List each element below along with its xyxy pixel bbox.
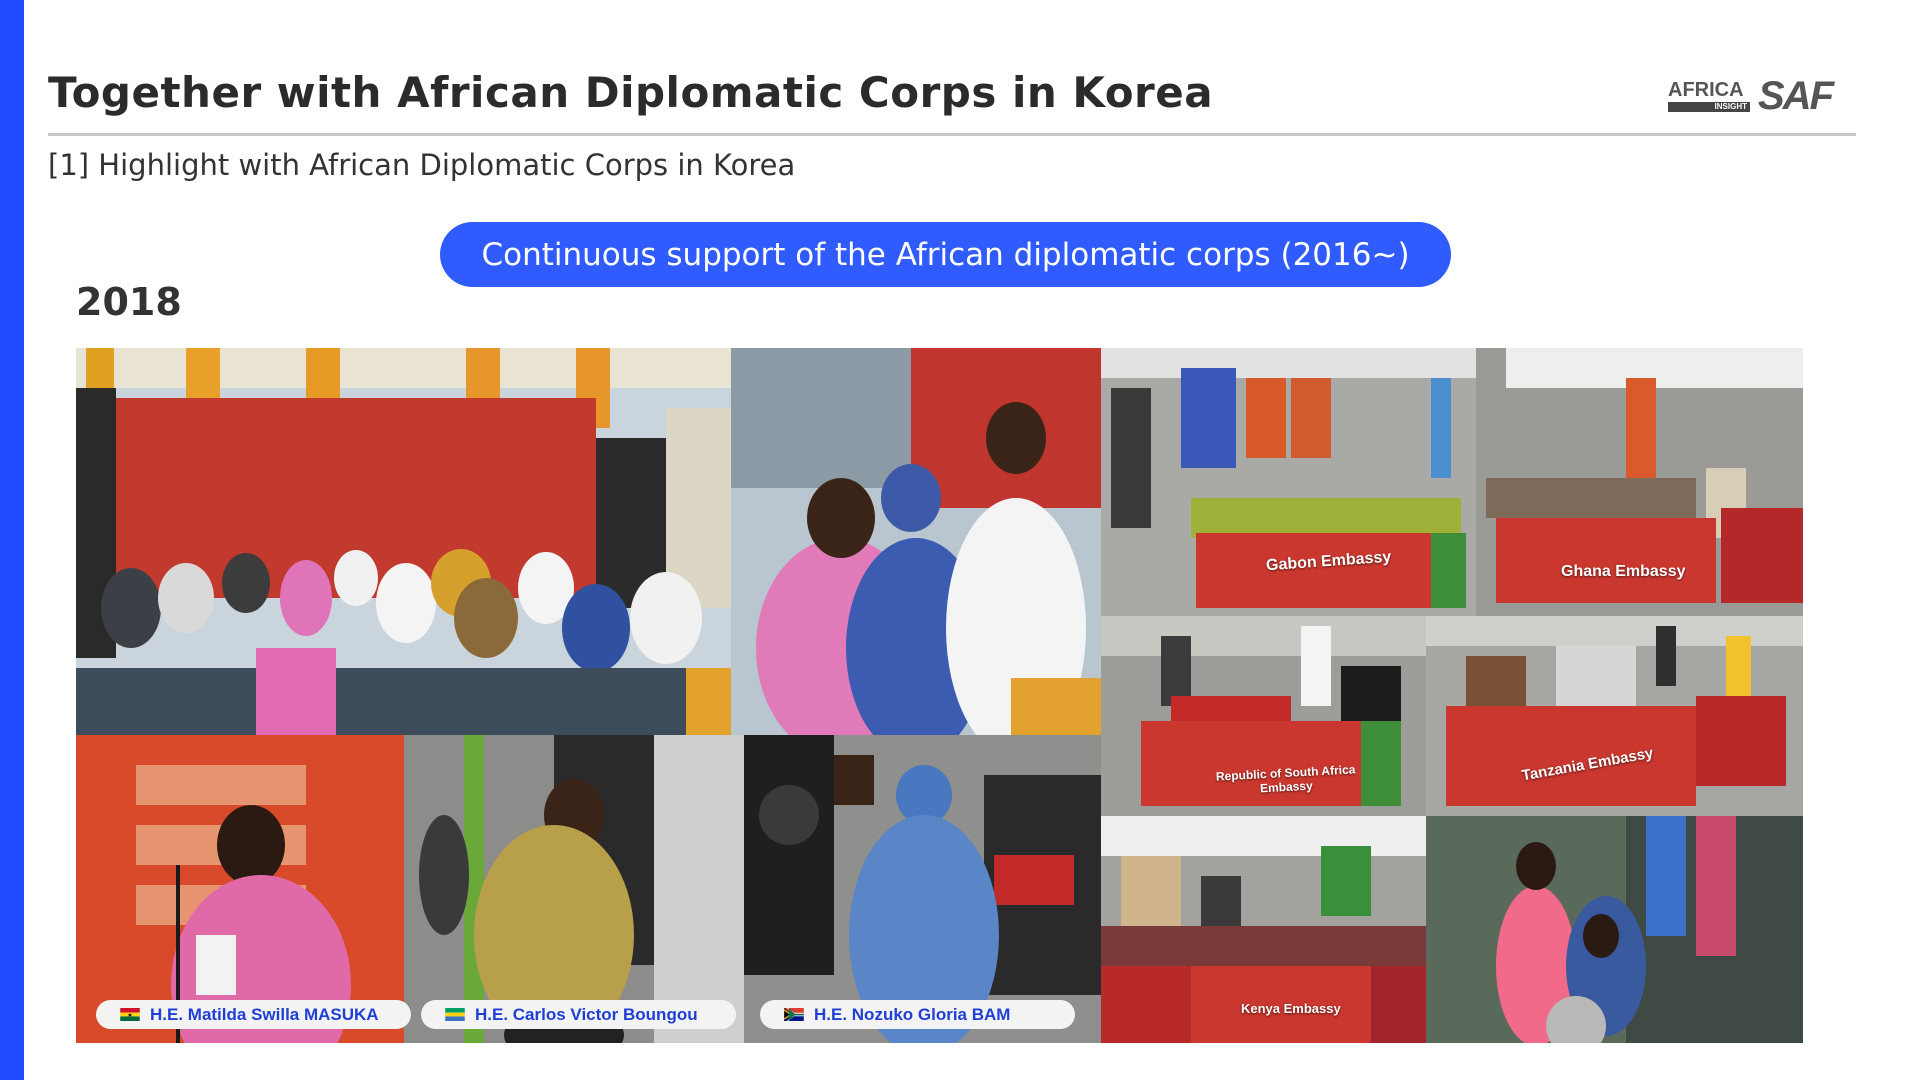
africa-insight-logo-word: AFRICA <box>1668 79 1744 101</box>
photo-gabon-ambassador <box>404 735 744 1043</box>
title-divider <box>48 133 1856 136</box>
embassy-label-ghana: Ghana Embassy <box>1561 563 1686 580</box>
photo-gabon-table: Gabon Embassy <box>1101 348 1476 616</box>
photo-group-stage <box>76 348 731 735</box>
photo-three-people <box>731 348 1101 735</box>
section-year: 2018 <box>76 280 182 324</box>
caption-ghana-ambassador-name: H.E. Matilda Swilla MASUKA <box>150 1004 379 1024</box>
photo-south-africa-table: Republic of South Africa Embassy <box>1101 616 1426 816</box>
saf-logo: SAF <box>1758 74 1834 118</box>
photo-children <box>1426 816 1803 1043</box>
south-africa-flag-icon <box>784 1008 804 1021</box>
caption-south-africa-ambassador-name: H.E. Nozuko Gloria BAM <box>814 1004 1011 1024</box>
page-subtitle: [1] Highlight with African Diplomatic Co… <box>48 148 796 182</box>
page-title: Together with African Diplomatic Corps i… <box>48 68 1214 117</box>
embassy-label-kenya: Kenya Embassy <box>1241 1001 1341 1016</box>
accent-side-bar <box>0 0 24 1080</box>
photo-kenya-table: Kenya Embassy <box>1101 816 1426 1043</box>
support-banner: Continuous support of the African diplom… <box>440 222 1451 287</box>
photo-south-africa-ambassador <box>744 735 1101 1043</box>
photo-tanzania-table: Tanzania Embassy <box>1426 616 1803 816</box>
africa-insight-logo-tag: INSIGHT <box>1668 102 1750 112</box>
caption-ghana-ambassador: H.E. Matilda Swilla MASUKA <box>96 1000 411 1029</box>
ghana-flag-icon <box>120 1008 140 1021</box>
africa-insight-logo: AFRICA INSIGHT <box>1668 80 1750 114</box>
photo-speaker <box>76 735 404 1043</box>
gabon-flag-icon <box>445 1008 465 1021</box>
photo-collage: Gabon Embassy Ghana Embassy Republic of … <box>76 348 1803 1043</box>
caption-gabon-ambassador: H.E. Carlos Victor Boungou <box>421 1000 736 1029</box>
caption-south-africa-ambassador: H.E. Nozuko Gloria BAM <box>760 1000 1075 1029</box>
photo-ghana-table: Ghana Embassy <box>1476 348 1803 616</box>
caption-gabon-ambassador-name: H.E. Carlos Victor Boungou <box>475 1004 698 1024</box>
